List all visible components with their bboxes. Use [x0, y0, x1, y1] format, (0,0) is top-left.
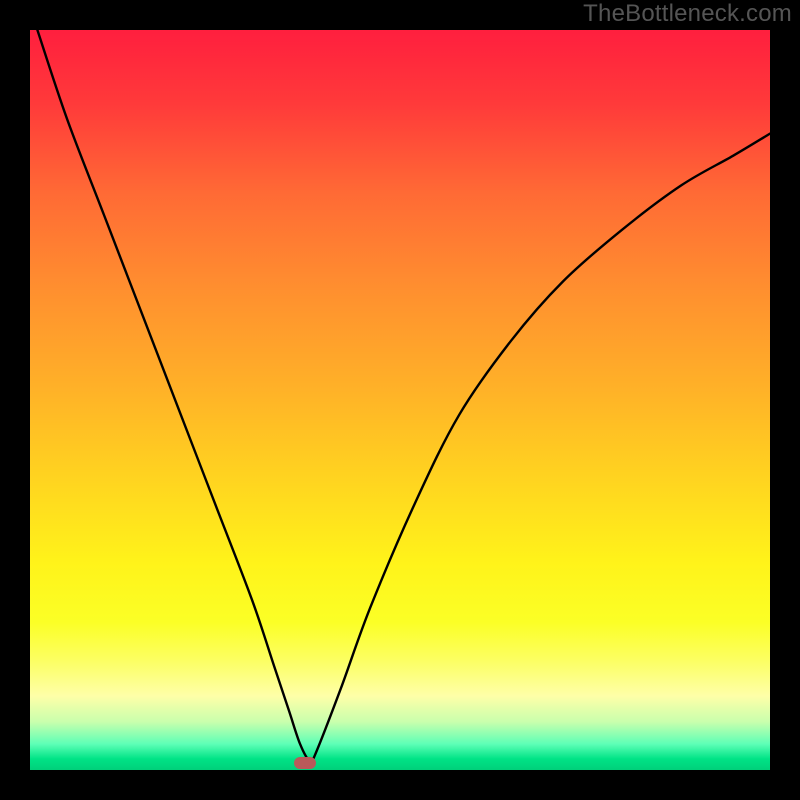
- plot-area: [30, 30, 770, 770]
- gradient-background: [30, 30, 770, 770]
- chart-frame: TheBottleneck.com: [0, 0, 800, 800]
- optimum-marker: [294, 757, 316, 769]
- watermark-text: TheBottleneck.com: [583, 0, 792, 28]
